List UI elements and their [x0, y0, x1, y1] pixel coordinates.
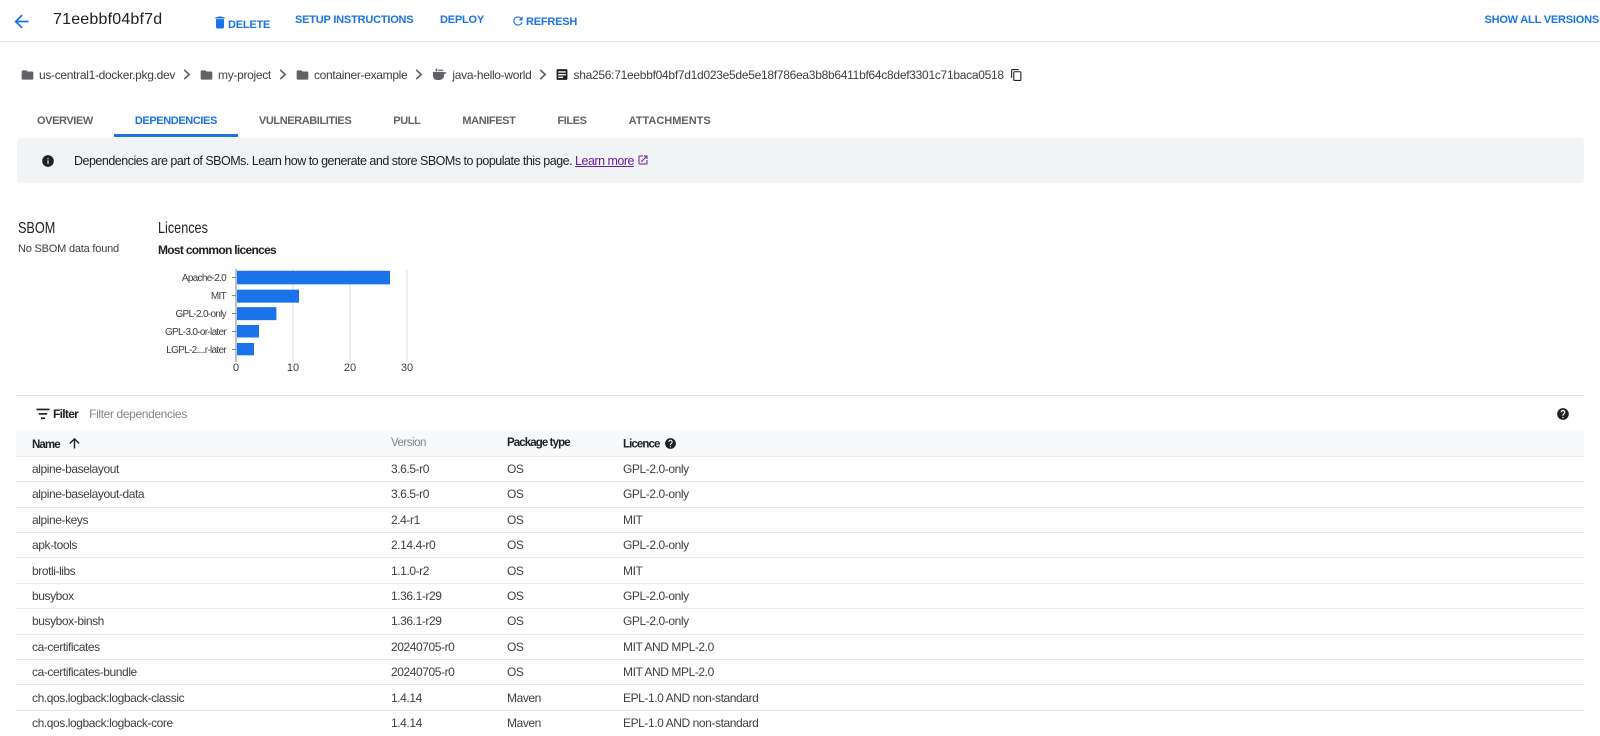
svg-text:10: 10: [287, 362, 299, 374]
svg-text:Apache-2.0: Apache-2.0: [182, 273, 227, 284]
svg-text:GPL-2.0-only: GPL-2.0-only: [175, 309, 226, 320]
svg-text:20: 20: [344, 362, 356, 374]
svg-text:0: 0: [233, 362, 239, 374]
svg-text:LGPL-2....r-later: LGPL-2....r-later: [166, 345, 227, 356]
svg-text:GPL-3.0-or-later: GPL-3.0-or-later: [165, 327, 227, 338]
svg-text:MIT: MIT: [211, 291, 227, 302]
svg-text:30: 30: [401, 362, 413, 374]
